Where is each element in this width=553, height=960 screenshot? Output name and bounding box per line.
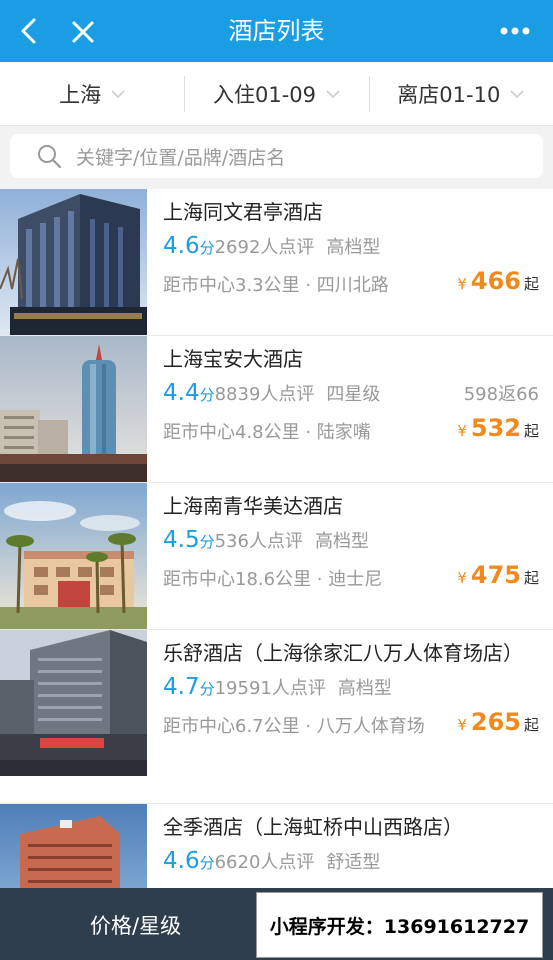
location-row: 距市中心4.8公里 · 陆家嘴 ¥532 起: [163, 414, 539, 450]
hotel-card[interactable]: 上海南青华美达酒店 4.5 分 536人点评 高档型 距市中心18.6公里 · 迪士尼…: [0, 483, 553, 630]
filter-bar: 上海 入住01-09 离店01-10: [0, 62, 553, 126]
city-filter[interactable]: 上海: [0, 62, 184, 125]
hotel-photo: [0, 336, 147, 482]
chevron-down-icon: [326, 89, 340, 98]
search-placeholder: 关键字/位置/品牌/酒店名: [76, 146, 286, 169]
chevron-down-icon: [111, 89, 125, 98]
hotel-card[interactable]: 上海宝安大酒店 4.4 分 8839人点评 四星级 598返66 距市中心4.8公里 …: [0, 336, 553, 483]
score-unit: 分: [199, 680, 215, 698]
hotel-info: 乐舒酒店（上海徐家汇八万人体育场店） 4.7 分 19591人点评 高档型 距市中心6…: [163, 638, 539, 744]
hotel-photo: [0, 630, 147, 776]
hotel-score: 4.5: [163, 527, 200, 553]
search-area: 关键字/位置/品牌/酒店名: [0, 126, 553, 189]
hotel-price: ¥532 起: [457, 414, 539, 442]
hotel-grade: 高档型: [337, 678, 392, 699]
price-value: 475: [470, 561, 521, 589]
hotel-grade: 高档型: [314, 531, 369, 552]
price-value: 265: [470, 708, 521, 736]
hotel-info: 上海同文君亭酒店 4.6 分 2692人点评 高档型 距市中心3.3公里 · 四川北路…: [163, 197, 539, 303]
hotel-rating: 4.6 分 2692人点评 高档型: [163, 233, 539, 265]
hotel-card[interactable]: 乐舒酒店（上海徐家汇八万人体育场店） 4.7 分 19591人点评 高档型 距市中心6…: [0, 630, 553, 804]
review-count: 6620人点评: [214, 852, 315, 873]
city-label: 上海: [59, 82, 102, 107]
hotel-name: 上海南青华美达酒店: [163, 494, 343, 518]
checkout-filter[interactable]: 离店01-10: [368, 62, 553, 125]
hotel-name: 全季酒店（上海虹桥中山西路店）: [163, 815, 463, 839]
hotel-rating: 4.4 分 8839人点评 四星级 598返66: [163, 380, 539, 412]
more-dots-icon[interactable]: [499, 26, 531, 36]
price-suffix: 起: [523, 422, 539, 440]
review-count: 536人点评: [214, 531, 303, 552]
search-icon: [38, 145, 62, 169]
score-unit: 分: [199, 854, 215, 872]
score-unit: 分: [199, 239, 215, 257]
checkin-label: 入住01-09: [212, 82, 316, 107]
hotel-name: 上海宝安大酒店: [163, 347, 303, 371]
sort-price-star-button[interactable]: 价格/星级: [90, 910, 181, 940]
hotel-list: 上海同文君亭酒店 4.6 分 2692人点评 高档型 距市中心3.3公里 · 四川北路…: [0, 189, 553, 951]
review-count: 2692人点评: [214, 237, 315, 258]
hotel-photo: [0, 189, 147, 335]
hotel-score: 4.4: [163, 380, 200, 406]
checkin-filter[interactable]: 入住01-09: [184, 62, 368, 125]
hotel-grade: 舒适型: [326, 852, 381, 873]
hotel-info: 上海南青华美达酒店 4.5 分 536人点评 高档型 距市中心18.6公里 · 迪士尼…: [163, 491, 539, 597]
currency-symbol: ¥: [457, 569, 467, 587]
hotel-location: 距市中心6.7公里 · 八万人体育场: [163, 716, 425, 737]
hotel-score: 4.6: [163, 848, 200, 874]
hotel-price: ¥475 起: [457, 561, 539, 589]
hotel-grade: 四星级: [326, 384, 381, 405]
promo-text: 598返66: [463, 384, 539, 405]
hotel-location: 距市中心4.8公里 · 陆家嘴: [163, 422, 371, 443]
currency-symbol: ¥: [457, 716, 467, 734]
price-value: 466: [470, 267, 521, 295]
location-row: 距市中心18.6公里 · 迪士尼 ¥475 起: [163, 561, 539, 597]
hotel-price: ¥265 起: [457, 708, 539, 736]
hotel-price: ¥466 起: [457, 267, 539, 295]
search-input[interactable]: 关键字/位置/品牌/酒店名: [10, 134, 543, 178]
currency-symbol: ¥: [457, 422, 467, 440]
currency-symbol: ¥: [457, 275, 467, 293]
hotel-name: 上海同文君亭酒店: [163, 200, 323, 224]
hotel-info: 全季酒店（上海虹桥中山西路店） 4.6 分 6620人点评 舒适型: [163, 812, 539, 880]
hotel-info: 上海宝安大酒店 4.4 分 8839人点评 四星级 598返66 距市中心4.8公里 …: [163, 344, 539, 450]
hotel-card[interactable]: 上海同文君亭酒店 4.6 分 2692人点评 高档型 距市中心3.3公里 · 四川北路…: [0, 189, 553, 336]
score-unit: 分: [199, 386, 215, 404]
price-suffix: 起: [523, 569, 539, 587]
chevron-down-icon: [510, 89, 524, 98]
review-count: 8839人点评: [214, 384, 315, 405]
hotel-score: 4.6: [163, 233, 200, 259]
price-suffix: 起: [523, 275, 539, 293]
hotel-rating: 4.5 分 536人点评 高档型: [163, 527, 539, 559]
hotel-location: 距市中心3.3公里 · 四川北路: [163, 275, 389, 296]
hotel-grade: 高档型: [326, 237, 381, 258]
ad-overlay: 小程序开发：13691612727: [256, 892, 543, 958]
hotel-rating: 4.7 分 19591人点评 高档型: [163, 674, 539, 706]
hotel-photo: [0, 483, 147, 629]
location-row: 距市中心3.3公里 · 四川北路 ¥466 起: [163, 267, 539, 303]
price-suffix: 起: [523, 716, 539, 734]
hotel-rating: 4.6 分 6620人点评 舒适型: [163, 848, 539, 880]
hotel-score: 4.7: [163, 674, 200, 700]
hotel-location: 距市中心18.6公里 · 迪士尼: [163, 569, 383, 590]
nav-bar: 酒店列表: [0, 0, 553, 62]
hotel-name: 乐舒酒店（上海徐家汇八万人体育场店）: [163, 641, 523, 665]
review-count: 19591人点评: [214, 678, 326, 699]
location-row: 距市中心6.7公里 · 八万人体育场 ¥265 起: [163, 708, 539, 744]
page-title: 酒店列表: [228, 17, 325, 45]
score-unit: 分: [199, 533, 215, 551]
checkout-label: 离店01-10: [397, 82, 501, 107]
price-value: 532: [470, 414, 521, 442]
